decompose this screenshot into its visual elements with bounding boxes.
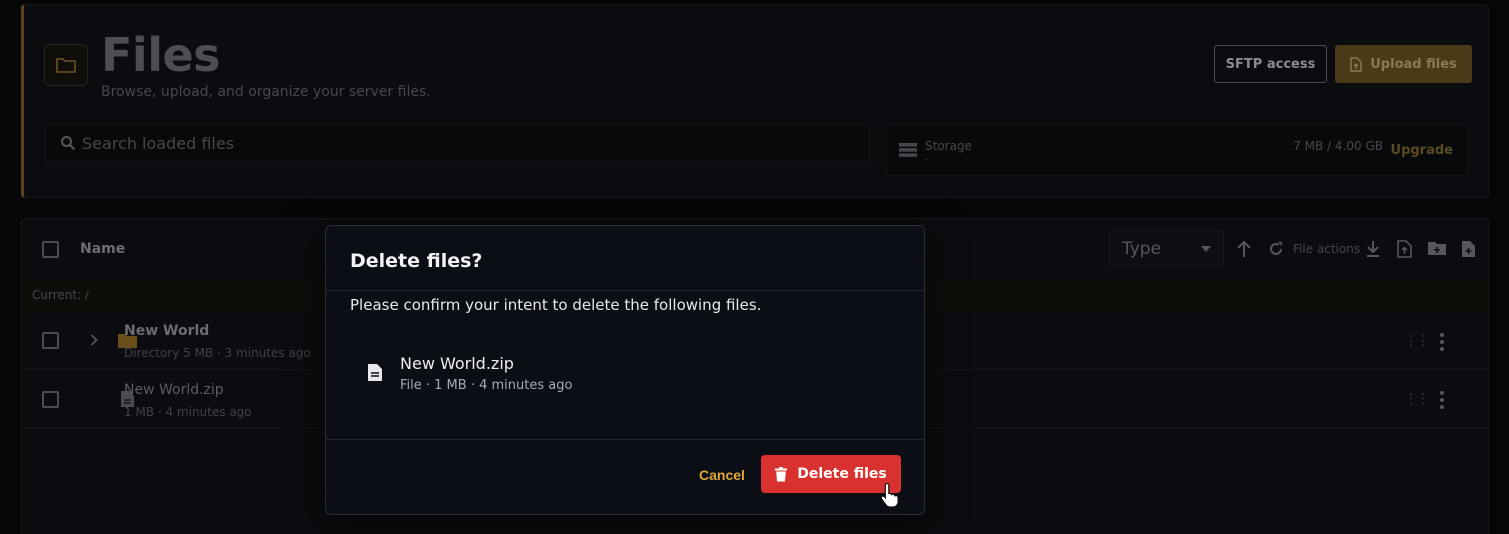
pointer-cursor-icon [880, 482, 899, 508]
row-name[interactable]: New World.zip [124, 382, 224, 398]
file-actions-label: File actions [1293, 242, 1361, 256]
row-meta: 1 MB · 4 minutes ago [124, 405, 252, 419]
row-meta: Directory 5 MB · 3 minutes ago [124, 346, 311, 360]
row-name[interactable]: New World [124, 323, 209, 339]
cancel-button[interactable]: Cancel [688, 460, 756, 490]
page-title: Files [101, 28, 221, 82]
dialog-footer-divider [326, 439, 924, 440]
storage-panel: Storage · 7 MB / 4.00 GB Upgrade [886, 124, 1468, 176]
dialog-title: Delete files? [350, 250, 483, 272]
storage-bar-indicator: · [925, 155, 929, 166]
refresh-icon[interactable] [1268, 240, 1284, 258]
page-subtitle: Browse, upload, and organize your server… [101, 84, 431, 100]
upgrade-link[interactable]: Upgrade [1391, 143, 1453, 158]
dialog-file-meta: File · 1 MB · 4 minutes ago [400, 378, 573, 393]
drag-handle-icon[interactable]: ⋮⋮ [1404, 333, 1430, 349]
current-path: Current: / [32, 288, 89, 302]
row-menu-icon[interactable] [1436, 333, 1448, 351]
storage-usage: 7 MB / 4.00 GB [1293, 139, 1383, 153]
delete-files-label: Delete files [797, 466, 887, 482]
upload-files-button[interactable]: Upload files [1335, 45, 1472, 83]
row-checkbox[interactable] [42, 391, 59, 408]
type-filter-select[interactable]: Type [1109, 230, 1224, 268]
storage-icon [899, 143, 917, 157]
row-menu-icon[interactable] [1436, 391, 1448, 409]
trash-icon [775, 466, 788, 481]
download-icon[interactable] [1366, 240, 1380, 258]
upload-file-icon [1350, 56, 1362, 72]
type-filter-value: Type [1122, 239, 1162, 259]
select-all-checkbox[interactable] [42, 241, 59, 258]
new-folder-icon[interactable] [1428, 240, 1446, 256]
dialog-description: Please confirm your intent to delete the… [350, 296, 762, 314]
file-icon [368, 364, 382, 381]
row-checkbox[interactable] [42, 332, 59, 349]
sftp-access-button[interactable]: SFTP access [1214, 45, 1327, 83]
folder-icon [56, 58, 76, 73]
search-icon [61, 136, 76, 151]
storage-label: Storage [925, 139, 972, 153]
caret-down-icon [1201, 246, 1211, 252]
chevron-right-icon[interactable] [90, 334, 98, 346]
drag-handle-icon[interactable]: ⋮⋮ [1404, 391, 1430, 407]
column-header-name[interactable]: Name [80, 241, 125, 257]
search-placeholder: Search loaded files [82, 133, 235, 153]
page-folder-badge [44, 44, 88, 86]
upload-files-label: Upload files [1370, 56, 1457, 72]
dialog-file-name: New World.zip [400, 354, 514, 373]
dialog-divider [326, 290, 924, 291]
search-input[interactable]: Search loaded files [45, 124, 870, 162]
file-upload-icon[interactable] [1397, 240, 1412, 258]
new-file-icon[interactable] [1461, 240, 1476, 258]
arrow-up-icon[interactable] [1236, 240, 1252, 258]
delete-files-dialog: Delete files? Please confirm your intent… [325, 225, 925, 515]
